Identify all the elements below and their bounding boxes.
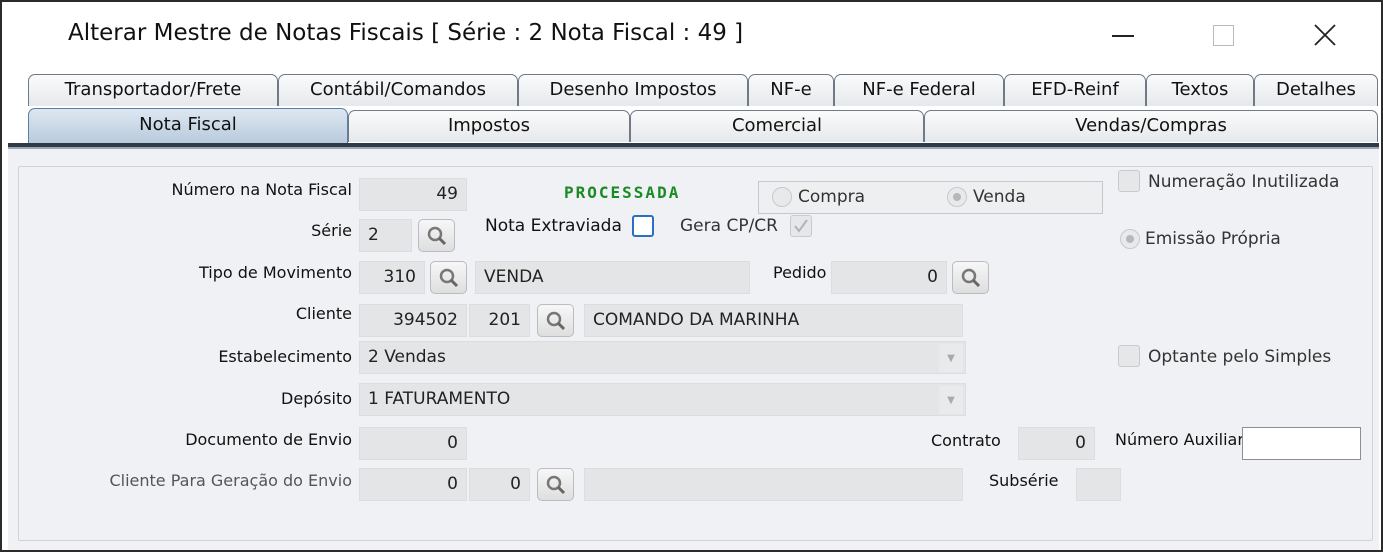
subserie-field[interactable]: [1076, 468, 1121, 501]
tipo-movimento-code-field[interactable]: 310: [359, 261, 425, 294]
deposito-value: 1 FATURAMENTO: [368, 389, 511, 409]
tab-detalhes[interactable]: Detalhes: [1254, 74, 1378, 106]
cliente-envio-code-field[interactable]: 0: [359, 468, 467, 501]
pedido-label: Pedido: [773, 263, 827, 282]
title-bar: Alterar Mestre de Notas Fiscais [ Série …: [2, 2, 1381, 68]
cliente-envio-name-field: [584, 468, 963, 501]
numero-label: Número na Nota Fiscal: [171, 180, 352, 199]
cliente-search-button[interactable]: [537, 304, 574, 337]
numero-auxiliar-label: Número Auxiliar: [1115, 430, 1244, 449]
tab-nfe-federal[interactable]: NF-e Federal: [834, 74, 1004, 106]
status-badge: PROCESSADA: [564, 183, 681, 202]
subserie-label: Subsérie: [989, 471, 1059, 490]
pedido-field[interactable]: 0: [831, 261, 947, 294]
search-icon: [439, 268, 458, 287]
estabelecimento-select[interactable]: 2 Vendas ▼: [359, 341, 966, 374]
tab-textos[interactable]: Textos: [1146, 74, 1254, 106]
nota-extraviada-checkbox[interactable]: [632, 215, 654, 237]
compra-radio[interactable]: [772, 187, 792, 207]
search-icon: [546, 475, 565, 494]
tab-desenho-impostos[interactable]: Desenho Impostos: [518, 74, 748, 106]
tab-impostos[interactable]: Impostos: [348, 110, 630, 142]
numeracao-inutilizada-checkbox[interactable]: [1118, 170, 1140, 192]
cliente-envio-search-button[interactable]: [537, 468, 574, 501]
deposito-select[interactable]: 1 FATURAMENTO ▼: [359, 383, 966, 416]
search-icon: [427, 226, 446, 245]
cliente-label: Cliente: [295, 304, 352, 323]
numeracao-inutilizada-label: Numeração Inutilizada: [1148, 172, 1340, 192]
search-icon: [546, 311, 565, 330]
close-button[interactable]: [1302, 14, 1348, 56]
tab-efd-reinf[interactable]: EFD-Reinf: [1004, 74, 1146, 106]
tab-vendas-compras[interactable]: Vendas/Compras: [924, 110, 1378, 142]
gera-cpcr-checkbox[interactable]: [790, 215, 812, 237]
window-title: Alterar Mestre de Notas Fiscais [ Série …: [68, 20, 744, 46]
tab-nota-fiscal[interactable]: Nota Fiscal: [28, 108, 348, 144]
chevron-down-icon[interactable]: ▼: [939, 386, 963, 414]
optante-simples-label: Optante pelo Simples: [1148, 347, 1332, 367]
cliente-name-field: COMANDO DA MARINHA: [584, 304, 963, 337]
tipo-movimento-desc-field: VENDA: [475, 261, 750, 294]
numero-auxiliar-input[interactable]: [1242, 427, 1361, 460]
pedido-search-button[interactable]: [952, 261, 989, 294]
venda-label: Venda: [973, 187, 1026, 207]
contrato-label: Contrato: [931, 431, 1001, 450]
documento-envio-label: Documento de Envio: [185, 430, 352, 449]
chevron-down-icon[interactable]: ▼: [939, 344, 963, 372]
serie-search-button[interactable]: [418, 219, 455, 252]
tab-comercial[interactable]: Comercial: [630, 110, 924, 142]
estabelecimento-label: Estabelecimento: [218, 347, 352, 366]
numero-field[interactable]: 49: [359, 178, 467, 211]
estabelecimento-value: 2 Vendas: [368, 347, 446, 367]
documento-envio-field[interactable]: 0: [359, 427, 467, 460]
emissao-propria-radio[interactable]: [1120, 229, 1140, 249]
cliente-envio-label: Cliente Para Geração do Envio: [109, 471, 352, 490]
cliente-envio-sub-field[interactable]: 0: [469, 468, 530, 501]
maximize-button[interactable]: [1200, 14, 1246, 56]
tab-contabil-comandos[interactable]: Contábil/Comandos: [278, 74, 518, 106]
cliente-sub-field[interactable]: 201: [469, 304, 530, 337]
serie-label: Série: [311, 221, 352, 240]
tipo-movimento-search-button[interactable]: [430, 261, 467, 294]
deposito-label: Depósito: [281, 389, 352, 408]
nota-extraviada-label: Nota Extraviada: [485, 216, 622, 236]
venda-radio[interactable]: [947, 187, 967, 207]
main-window: Alterar Mestre de Notas Fiscais [ Série …: [0, 0, 1383, 552]
compra-label: Compra: [798, 187, 866, 207]
serie-field[interactable]: 2: [359, 219, 412, 252]
minimize-button[interactable]: [1100, 14, 1146, 56]
tab-nfe[interactable]: NF-e: [748, 74, 834, 106]
gera-cpcr-label: Gera CP/CR: [680, 216, 778, 236]
search-icon: [961, 268, 980, 287]
contrato-field[interactable]: 0: [1018, 427, 1095, 460]
cliente-code-field[interactable]: 394502: [359, 304, 467, 337]
tab-transportador-frete[interactable]: Transportador/Frete: [28, 74, 278, 106]
emissao-propria-label: Emissão Própria: [1145, 229, 1281, 249]
optante-simples-checkbox[interactable]: [1118, 345, 1140, 367]
check-icon: [794, 219, 808, 233]
tipo-movimento-label: Tipo de Movimento: [199, 263, 352, 282]
close-icon: [1314, 24, 1336, 46]
